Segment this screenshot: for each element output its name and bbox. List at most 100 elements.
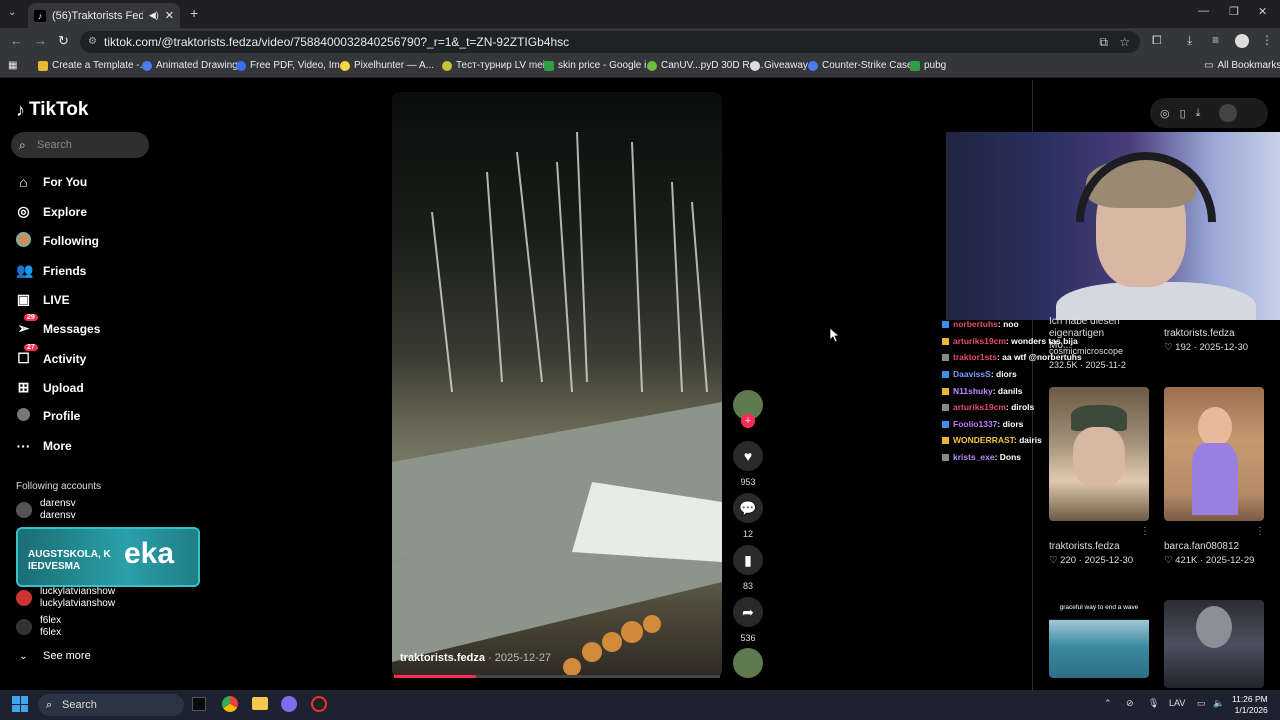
- heart-outline-icon: ♡: [1164, 342, 1176, 353]
- tiktok-note-icon: ♪: [16, 99, 25, 120]
- nav-for-you[interactable]: ⌂ For You: [16, 174, 87, 190]
- account-item[interactable]: luckylatvianshow luckylatvianshow: [16, 586, 115, 610]
- face-shape: [1196, 606, 1232, 648]
- chat-message: WONDERRAST: dairis: [942, 435, 1042, 445]
- more-options-icon[interactable]: ⋮: [1140, 526, 1150, 537]
- extensions-icon[interactable]: ⧠: [1152, 33, 1162, 48]
- app-taskbar-icon[interactable]: [311, 696, 327, 712]
- tab-list-icon[interactable]: ⌄: [8, 7, 16, 18]
- download-icon[interactable]: ⤓: [1187, 33, 1192, 48]
- address-bar[interactable]: ⚙ tiktok.com/@traktorists.fedza/video/75…: [80, 31, 1140, 53]
- bookmark-item[interactable]: pubg: [910, 60, 946, 71]
- speaker-icon[interactable]: ◀): [149, 10, 159, 21]
- nav-friends[interactable]: 👥 Friends: [16, 262, 86, 279]
- related-video-thumbnail[interactable]: [1049, 387, 1149, 521]
- follow-plus-icon[interactable]: +: [741, 414, 755, 428]
- bookmark-item[interactable]: Тест-турнир LV mei...: [442, 60, 553, 71]
- related-author[interactable]: barca.fan080812: [1164, 541, 1239, 552]
- maximize-icon[interactable]: ❐: [1229, 5, 1239, 18]
- share-icon: ➦: [733, 597, 763, 627]
- bookmark-star-icon[interactable]: ☆: [1119, 31, 1130, 53]
- share-button[interactable]: ➦ 536: [732, 597, 764, 643]
- avatar: [16, 502, 32, 518]
- related-author[interactable]: traktorists.fedza: [1164, 328, 1235, 339]
- close-window-icon[interactable]: ✕: [1258, 5, 1267, 18]
- nav-upload[interactable]: ⊞ Upload: [16, 379, 84, 396]
- avatar[interactable]: [1218, 104, 1237, 122]
- microphone-icon[interactable]: 🎙: [1148, 698, 1159, 709]
- clock[interactable]: 11:26 PM 1/1/2026: [1232, 694, 1268, 716]
- nav-following[interactable]: Following: [16, 232, 99, 250]
- bookmark-item[interactable]: skin price - Google i...: [544, 60, 655, 71]
- bookmark-item[interactable]: Counter-Strike Case...: [808, 60, 921, 71]
- install-app-icon[interactable]: ⧉: [1099, 31, 1108, 53]
- nav-profile[interactable]: Profile: [16, 408, 80, 424]
- bookmark-item[interactable]: Free PDF, Video, Im...: [236, 60, 348, 71]
- media-control-icon[interactable]: ≡: [1212, 33, 1219, 47]
- minimize-icon[interactable]: —: [1198, 5, 1209, 17]
- taskbar-search-input[interactable]: ⌕ Search: [38, 694, 184, 716]
- nav-explore[interactable]: ◎ Explore: [16, 203, 87, 220]
- site-info-icon[interactable]: ⚙: [88, 31, 97, 53]
- apps-grid-icon[interactable]: ▦: [8, 60, 17, 71]
- bookmark-item[interactable]: Animated Drawings: [142, 60, 243, 71]
- more-options-icon[interactable]: ⋮: [1255, 526, 1265, 537]
- nav-messages[interactable]: ➢ 29 Messages: [16, 314, 100, 337]
- save-button[interactable]: ▮ 83: [732, 545, 764, 591]
- like-count: 953: [740, 477, 756, 487]
- forward-icon[interactable]: →: [34, 33, 47, 48]
- related-video-thumbnail[interactable]: [1164, 387, 1264, 521]
- file-explorer-icon[interactable]: [252, 697, 268, 710]
- see-more-button[interactable]: ⌄ See more: [16, 650, 90, 662]
- face-shape: [1073, 427, 1125, 487]
- new-tab-icon[interactable]: +: [190, 5, 198, 21]
- chevron-up-icon[interactable]: ⌃: [1104, 698, 1112, 709]
- account-item[interactable]: f6lex f6lex: [16, 615, 61, 639]
- profile-avatar-icon[interactable]: [1235, 34, 1249, 48]
- creator-avatar-button[interactable]: +: [732, 390, 764, 428]
- all-bookmarks-button[interactable]: ▭ All Bookmarks: [1204, 60, 1280, 71]
- nav-more[interactable]: ··· More: [16, 438, 72, 454]
- following-accounts-heading: Following accounts: [16, 481, 102, 492]
- video-progress-bar[interactable]: [394, 675, 720, 678]
- close-tab-icon[interactable]: ✕: [165, 9, 174, 22]
- reload-icon[interactable]: ↻: [58, 33, 69, 49]
- discord-icon[interactable]: [281, 696, 297, 712]
- compass-icon[interactable]: ◎: [1160, 107, 1170, 120]
- search-input[interactable]: ⌕ Search: [11, 132, 149, 158]
- bookmark-item[interactable]: Giveaway: [750, 60, 808, 71]
- related-meta: ♡ 421K · 2025-12-29: [1164, 555, 1255, 566]
- chrome-taskbar-icon[interactable]: [222, 696, 238, 712]
- bookmark-item[interactable]: Create a Template -...: [38, 60, 148, 71]
- speaker-icon[interactable]: 🔈: [1213, 698, 1224, 709]
- avatar: [16, 619, 32, 635]
- bookmark-item[interactable]: CanUV...pyD 30D Re...: [647, 60, 763, 71]
- comment-icon: 💬: [733, 493, 763, 523]
- nav-activity[interactable]: ☐ 27 Activity: [16, 344, 86, 367]
- menu-icon[interactable]: ⋮: [1261, 33, 1273, 47]
- network-icon[interactable]: ⊘: [1126, 698, 1134, 709]
- task-view-icon[interactable]: [192, 697, 206, 711]
- nav-live[interactable]: ▣ LIVE: [16, 291, 70, 308]
- related-author[interactable]: traktorists.fedza: [1049, 541, 1120, 552]
- browser-tab[interactable]: ♪ (56)Traktorists Fedza (@tra ◀) ✕: [28, 3, 180, 28]
- back-icon[interactable]: ←: [10, 33, 23, 48]
- music-disc-button[interactable]: [732, 648, 764, 684]
- tiktok-logo[interactable]: ♪ TikTok: [16, 99, 88, 121]
- phone-icon[interactable]: ▯: [1180, 107, 1186, 120]
- chat-message: norbertuhs: noo: [942, 319, 1019, 329]
- video-player[interactable]: [392, 92, 722, 678]
- like-button[interactable]: ♥ 953: [732, 441, 764, 487]
- windows-start-icon[interactable]: [12, 696, 28, 712]
- related-video-thumbnail[interactable]: [1164, 600, 1264, 688]
- comment-button[interactable]: 💬 12: [732, 493, 764, 539]
- account-item[interactable]: darensv darensv: [16, 498, 76, 522]
- language-indicator[interactable]: LAV: [1169, 698, 1185, 708]
- download-icon[interactable]: ⤓: [1196, 107, 1201, 120]
- chat-badge-icon: [942, 338, 949, 346]
- monitor-icon[interactable]: ▭: [1197, 698, 1206, 709]
- video-author-link[interactable]: traktorists.fedza: [400, 652, 485, 664]
- chat-message: Foolio1337: diors: [942, 419, 1023, 429]
- bookmark-item[interactable]: Pixelhunter — A...: [340, 60, 434, 71]
- related-video-thumbnail[interactable]: graceful way to end a wave: [1049, 600, 1149, 678]
